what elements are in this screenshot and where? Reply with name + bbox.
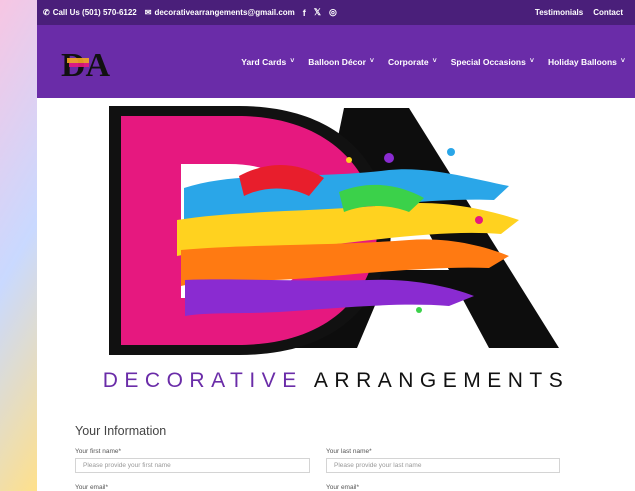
chevron-down-icon: ˅ xyxy=(290,58,295,65)
email-confirm-label: Your email* xyxy=(326,484,360,491)
site-header: DA Yard Cards˅ Balloon Décor˅ Corporate˅… xyxy=(37,25,635,98)
tagline-second-word: ARRANGEMENTS xyxy=(313,369,570,392)
instagram-icon[interactable]: ◎ xyxy=(329,7,337,18)
first-name-label: Your first name* xyxy=(75,448,122,455)
site-logo[interactable]: DA xyxy=(59,42,115,84)
nav-balloon-decor[interactable]: Balloon Décor ˅ xyxy=(308,57,374,67)
twitter-icon[interactable]: 𝕏 xyxy=(314,7,321,18)
nav-corporate[interactable]: Corporate ˅ xyxy=(388,57,437,67)
phone-text: Call Us (501) 570-6122 xyxy=(52,8,137,17)
main-nav: Yard Cards ˅ Balloon Décor ˅ Corporate ˅ Sp… xyxy=(227,57,625,67)
chevron-down-icon: ˅ xyxy=(432,58,437,65)
envelope-icon: ✉ xyxy=(144,8,152,17)
email-label: Your email* xyxy=(75,484,109,491)
email-link[interactable]: ✉ decorativearrangements@gmail.com xyxy=(145,8,295,17)
chevron-down-icon: ˅ xyxy=(620,58,625,65)
nav-holiday-balloons[interactable]: Holiday Balloons ˅ xyxy=(548,57,625,67)
hero-logo xyxy=(109,106,559,355)
nav-yard-cards[interactable]: Yard Cards ˅ xyxy=(241,57,294,67)
nav-special-occasions[interactable]: Special Occasions ˅ xyxy=(451,57,534,67)
tagline-first-word: DECORATIVE xyxy=(102,369,303,392)
testimonials-link[interactable]: Testimonials xyxy=(535,8,583,17)
form-heading: Your Information xyxy=(75,424,167,438)
chevron-down-icon: ˅ xyxy=(529,58,534,65)
email-text: decorativearrangements@gmail.com xyxy=(154,8,295,17)
last-name-label: Your last name* xyxy=(326,448,372,455)
contact-link[interactable]: Contact xyxy=(593,8,623,17)
last-name-input[interactable]: Please provide your last name xyxy=(326,458,560,473)
chevron-down-icon: ˅ xyxy=(369,58,374,65)
facebook-icon[interactable]: f xyxy=(303,8,306,18)
tagline: DECORATIVE ARRANGEMENTS xyxy=(37,369,635,393)
phone-link[interactable]: ✆ Call Us (501) 570-6122 xyxy=(43,8,137,17)
phone-icon: ✆ xyxy=(43,8,50,17)
first-name-input[interactable]: Please provide your first name xyxy=(75,458,310,473)
main-content: DECORATIVE ARRANGEMENTS Your Information… xyxy=(37,98,635,491)
first-name-placeholder: Please provide your first name xyxy=(83,462,171,469)
top-info-bar: ✆ Call Us (501) 570-6122 ✉ decorativearr… xyxy=(37,0,635,25)
last-name-placeholder: Please provide your last name xyxy=(334,462,422,469)
